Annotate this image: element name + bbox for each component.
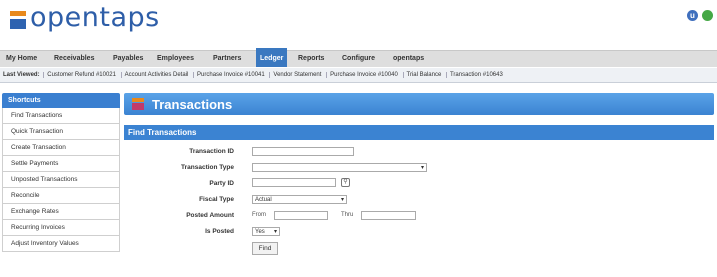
last-viewed-label: Last Viewed:: [3, 72, 40, 78]
last-viewed-link[interactable]: Purchase Invoice #10041: [193, 72, 268, 78]
party-id-input[interactable]: [252, 178, 336, 187]
transaction-id-label: Transaction ID: [189, 148, 234, 155]
last-viewed-link[interactable]: Trial Balance: [402, 72, 445, 78]
sidebar-item-reconcile[interactable]: Reconcile: [2, 188, 120, 204]
main-tab-bar: My Home Receivables Payables Employees P…: [0, 48, 717, 67]
posted-amount-thru-input[interactable]: [361, 211, 416, 220]
sidebar-item-recurring-invoices[interactable]: Recurring Invoices: [2, 220, 120, 236]
logo-text: opentaps: [30, 2, 160, 33]
is-posted-value: Yes: [255, 229, 265, 235]
tab-partners[interactable]: Partners: [209, 51, 245, 67]
fiscal-type-label: Fiscal Type: [199, 196, 234, 203]
shortcuts-header: Shortcuts: [2, 93, 120, 108]
logout-icon[interactable]: [702, 10, 713, 21]
sidebar-item-quick-transaction[interactable]: Quick Transaction: [2, 124, 120, 140]
last-viewed-link[interactable]: Vendor Statement: [269, 72, 325, 78]
last-viewed-link[interactable]: Purchase Invoice #10040: [326, 72, 401, 78]
is-posted-select[interactable]: Yes ▾: [252, 227, 280, 236]
sidebar-item-settle-payments[interactable]: Settle Payments: [2, 156, 120, 172]
fiscal-type-value: Actual: [255, 197, 272, 203]
chevron-down-icon: ▾: [340, 197, 344, 203]
page-title-bar: Transactions: [124, 93, 714, 115]
find-transactions-header: Find Transactions: [124, 125, 714, 140]
logo-mark-icon: [10, 11, 26, 29]
chevron-down-icon: ▾: [273, 229, 277, 235]
thru-label: Thru: [341, 212, 354, 218]
header-icons: u: [687, 10, 713, 21]
posted-amount-label: Posted Amount: [186, 212, 234, 219]
sidebar-item-unposted-transactions[interactable]: Unposted Transactions: [2, 172, 120, 188]
shortcuts-sidebar: Shortcuts Find Transactions Quick Transa…: [2, 93, 120, 252]
party-id-label: Party ID: [209, 180, 234, 187]
transaction-type-select[interactable]: ▾: [252, 163, 427, 172]
transactions-icon: [132, 98, 144, 110]
transaction-id-input[interactable]: [252, 147, 354, 156]
from-label: From: [252, 212, 266, 218]
sidebar-item-find-transactions[interactable]: Find Transactions: [2, 108, 120, 124]
user-icon[interactable]: u: [687, 10, 698, 21]
tab-reports[interactable]: Reports: [294, 51, 328, 67]
last-viewed-bar: Last Viewed: Customer Refund #10021 Acco…: [0, 68, 717, 83]
sidebar-item-exchange-rates[interactable]: Exchange Rates: [2, 204, 120, 220]
last-viewed-link[interactable]: Transaction #10643: [445, 72, 506, 78]
last-viewed-link[interactable]: Account Activities Detail: [120, 72, 192, 78]
tab-payables[interactable]: Payables: [109, 51, 147, 67]
app-header: opentaps u: [0, 0, 717, 42]
last-viewed-link[interactable]: Customer Refund #10021: [43, 72, 119, 78]
main-content: Transactions Find Transactions Transacti…: [124, 93, 714, 270]
party-lookup-icon[interactable]: ⚲: [341, 178, 350, 187]
page-title: Transactions: [152, 96, 233, 112]
tab-my-home[interactable]: My Home: [2, 51, 41, 67]
is-posted-label: Is Posted: [205, 228, 234, 235]
sidebar-item-create-transaction[interactable]: Create Transaction: [2, 140, 120, 156]
find-button[interactable]: Find: [252, 242, 278, 255]
tab-receivables[interactable]: Receivables: [50, 51, 98, 67]
sidebar-item-adjust-inventory-values[interactable]: Adjust Inventory Values: [2, 236, 120, 252]
tab-ledger[interactable]: Ledger: [256, 48, 288, 67]
tab-configure[interactable]: Configure: [338, 51, 379, 67]
tab-employees[interactable]: Employees: [153, 51, 198, 67]
fiscal-type-select[interactable]: Actual ▾: [252, 195, 347, 204]
transaction-type-label: Transaction Type: [181, 164, 234, 171]
tab-opentaps[interactable]: opentaps: [389, 51, 428, 67]
find-transactions-form: Transaction ID Transaction Type ▾ Party …: [124, 140, 714, 270]
chevron-down-icon: ▾: [420, 165, 424, 171]
opentaps-logo[interactable]: opentaps: [10, 2, 160, 34]
posted-amount-from-input[interactable]: [274, 211, 328, 220]
